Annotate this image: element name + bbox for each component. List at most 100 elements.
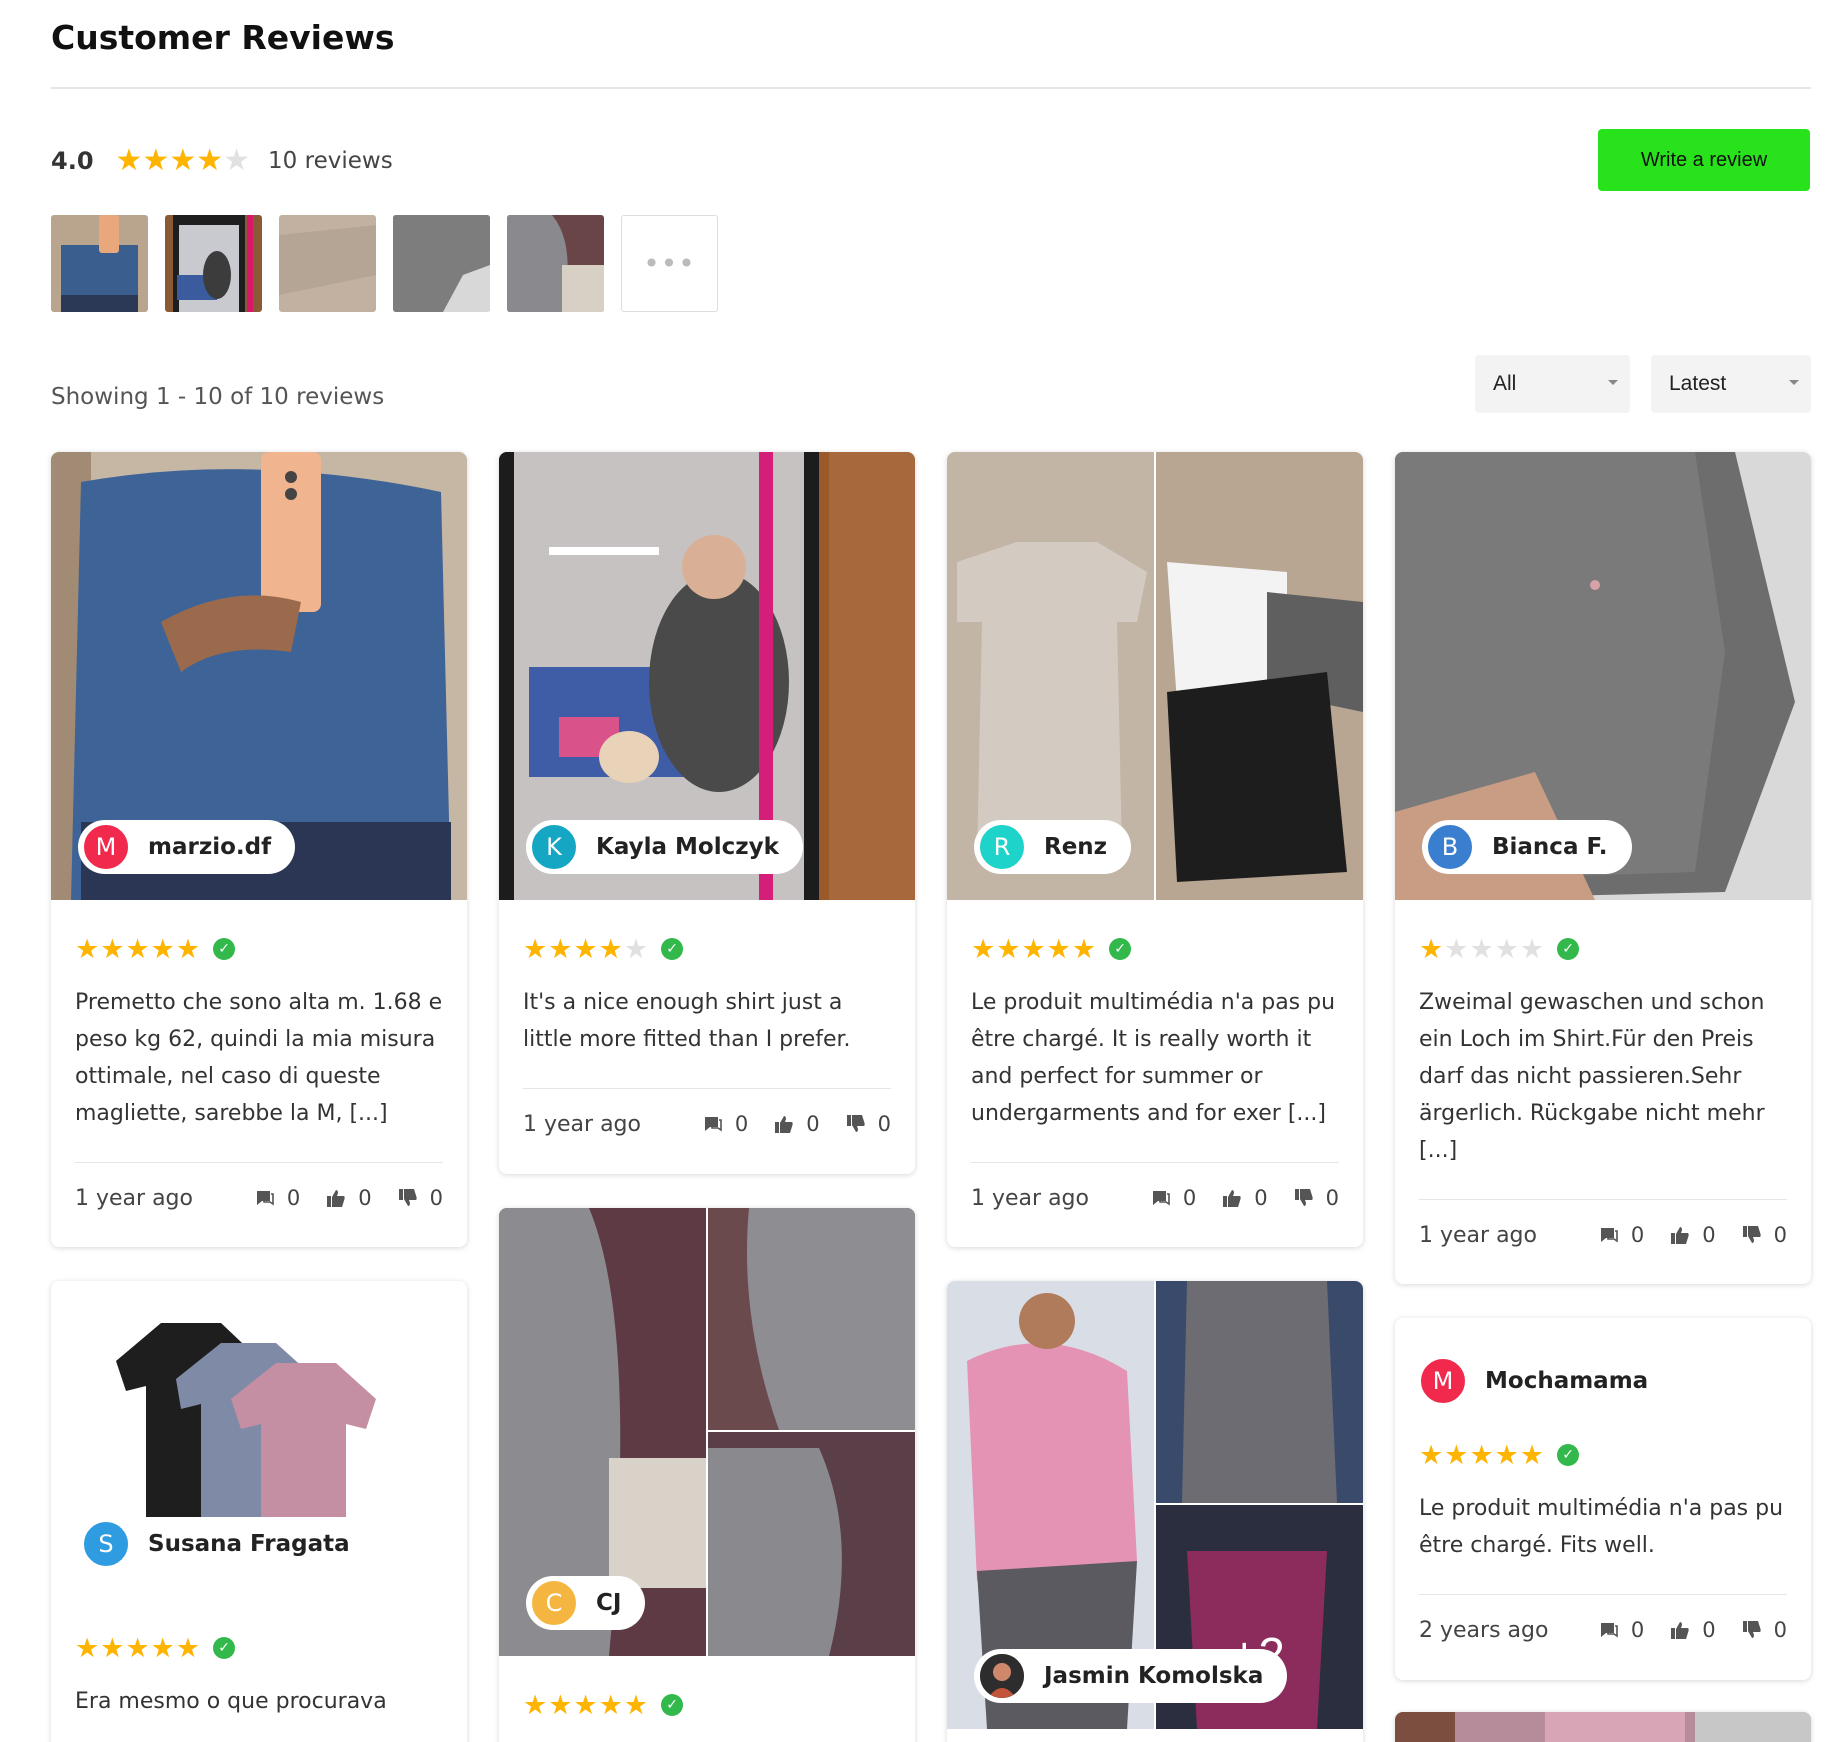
review-actions: 0 0 0 (703, 1112, 891, 1136)
review-stars: ★ ★ ★ ★ ★ ✓ (971, 934, 1339, 964)
star-icon: ★ (175, 933, 201, 965)
review-age: 2 years ago (1419, 1617, 1549, 1643)
likes-count: 0 (806, 1112, 820, 1136)
review-card[interactable]: B Bianca F. ★ ★ ★ ★ ★ ✓ Zweimal gewaschen und… (1395, 452, 1811, 1284)
star-icon: ★ (598, 1689, 623, 1721)
photo-gallery: ••• (51, 215, 718, 312)
review-card[interactable]: R Renz ★ ★ ★ ★ ★ ✓ Le produit multimédia n'a … (947, 452, 1363, 1247)
reviewer-name: Mochamama (1485, 1368, 1649, 1394)
comments-count: 0 (1630, 1223, 1645, 1247)
like-button[interactable]: 0 (326, 1186, 372, 1210)
thumbs-up-icon (774, 1114, 794, 1134)
star-icon: ★ (598, 933, 623, 965)
star-empty-icon: ★ (1444, 933, 1469, 965)
reviewer-name: CJ (596, 1590, 622, 1616)
dislikes-count: 0 (1773, 1618, 1787, 1642)
review-footer: 1 year ago 0 0 0 (523, 1089, 891, 1159)
like-button[interactable]: 0 (1222, 1186, 1268, 1210)
title-divider (51, 87, 1811, 89)
review-footer: 1 year ago 0 0 0 (1419, 1200, 1787, 1270)
showing-count: Showing 1 - 10 of 10 reviews (51, 384, 385, 410)
thumbs-up-icon (326, 1188, 346, 1208)
more-photos-button[interactable]: ••• (621, 215, 718, 312)
star-icon: ★ (125, 1632, 150, 1664)
star-icon: ★ (175, 1632, 201, 1664)
review-actions: 0 0 0 (255, 1186, 443, 1210)
reviewer-pill: M marzio.df (78, 820, 296, 874)
verified-check-icon: ✓ (213, 938, 236, 960)
comment-icon (1151, 1188, 1171, 1208)
dislike-button[interactable]: 0 (846, 1112, 891, 1136)
like-button[interactable]: 0 (774, 1112, 820, 1136)
review-card[interactable]: C CJ ★ ★ ★ ★ ★ ✓ (499, 1208, 915, 1742)
review-photo[interactable] (1395, 1712, 1811, 1742)
review-body: ★ ★ ★ ★ ★ ✓ Era mesmo o que procurava (75, 1633, 443, 1720)
reviewer-name: Jasmin Komolska (1044, 1663, 1264, 1689)
reviewer-pill: S Susana Fragata (78, 1517, 374, 1571)
star-icon: ★ (150, 933, 175, 965)
likes-count: 0 (1254, 1186, 1268, 1210)
star-icon: ★ (1444, 1439, 1469, 1471)
review-stars: ★ ★ ★ ★ ★ ✓ (75, 1633, 443, 1663)
verified-check-icon: ✓ (661, 938, 684, 960)
filter-select[interactable]: All (1475, 355, 1630, 413)
comment-icon (1599, 1225, 1619, 1245)
star-icon: ★ (196, 143, 224, 178)
chevron-down-icon (1789, 380, 1799, 385)
dislike-button[interactable]: 0 (1742, 1618, 1787, 1642)
star-icon: ★ (523, 933, 548, 965)
comment-button[interactable]: 0 (703, 1112, 748, 1136)
star-empty-icon: ★ (1519, 933, 1545, 965)
review-actions: 0 0 0 (1151, 1186, 1339, 1210)
dislike-button[interactable]: 0 (1742, 1223, 1787, 1247)
reviewer-name: Susana Fragata (148, 1531, 350, 1557)
comment-icon (703, 1114, 723, 1134)
dislikes-count: 0 (1325, 1186, 1339, 1210)
review-stars: ★ ★ ★ ★ ★ ✓ (523, 934, 891, 964)
gallery-thumbnail[interactable] (279, 215, 376, 312)
review-card[interactable]: M marzio.df ★ ★ ★ ★ ★ ✓ Premetto che sono alt… (51, 452, 467, 1247)
page-title: Customer Reviews (51, 18, 395, 57)
review-stars: ★ ★ ★ ★ ★ ✓ (75, 934, 443, 964)
avatar: S (82, 1520, 130, 1568)
gallery-thumbnail[interactable] (51, 215, 148, 312)
review-card[interactable]: S Susana Fragata ★ ★ ★ ★ ★ ✓ Era mesmo o que … (51, 1281, 467, 1742)
comment-button[interactable]: 0 (1151, 1186, 1196, 1210)
summary-stars: ★ ★ ★ ★ ★ (116, 146, 251, 176)
comment-button[interactable]: 0 (1599, 1618, 1644, 1642)
dislike-button[interactable]: 0 (398, 1186, 443, 1210)
review-age: 1 year ago (1419, 1222, 1537, 1248)
verified-check-icon: ✓ (661, 1694, 684, 1716)
gallery-thumbnail[interactable] (393, 215, 490, 312)
star-icon: ★ (548, 933, 573, 965)
comment-button[interactable]: 0 (1599, 1223, 1644, 1247)
star-icon: ★ (125, 933, 150, 965)
review-stars: ★ ★ ★ ★ ★ ✓ (523, 1690, 891, 1720)
verified-check-icon: ✓ (1557, 1444, 1580, 1466)
comment-button[interactable]: 0 (255, 1186, 300, 1210)
review-card[interactable]: +2 Jasmin Komolska (947, 1281, 1363, 1742)
review-actions: 0 0 0 (1599, 1618, 1787, 1642)
verified-check-icon: ✓ (1109, 938, 1132, 960)
review-body: ★ ★ ★ ★ ★ ✓ Premetto che sono alta m. 1.68 e … (75, 934, 443, 1233)
sort-select[interactable]: Latest (1651, 355, 1811, 413)
like-button[interactable]: 0 (1670, 1223, 1716, 1247)
reviewer-name: Bianca F. (1492, 834, 1608, 860)
gallery-thumbnail[interactable] (507, 215, 604, 312)
write-review-button[interactable]: Write a review (1598, 129, 1810, 191)
review-text: Le produit multimédia n'a pas pu être ch… (971, 990, 1336, 1126)
like-button[interactable]: 0 (1670, 1618, 1716, 1642)
review-age: 1 year ago (523, 1111, 641, 1137)
review-card[interactable] (1395, 1712, 1811, 1742)
star-icon: ★ (75, 933, 100, 965)
star-empty-icon: ★ (223, 143, 251, 178)
star-icon: ★ (1494, 1439, 1519, 1471)
review-card[interactable]: K Kayla Molczyk ★ ★ ★ ★ ★ ✓ It's a nice enoug… (499, 452, 915, 1174)
review-age: 1 year ago (971, 1185, 1089, 1211)
gallery-thumbnail[interactable] (165, 215, 262, 312)
dislike-button[interactable]: 0 (1294, 1186, 1339, 1210)
review-body: ★ ★ ★ ★ ★ ✓ Zweimal gewaschen und schon ein L… (1419, 934, 1787, 1270)
review-body: ★ ★ ★ ★ ★ ✓ Le produit multimédia n'a pas pu … (1419, 1440, 1787, 1665)
star-icon: ★ (1046, 933, 1071, 965)
review-card[interactable]: M Mochamama ★ ★ ★ ★ ★ ✓ Le produit multimédia… (1395, 1318, 1811, 1680)
